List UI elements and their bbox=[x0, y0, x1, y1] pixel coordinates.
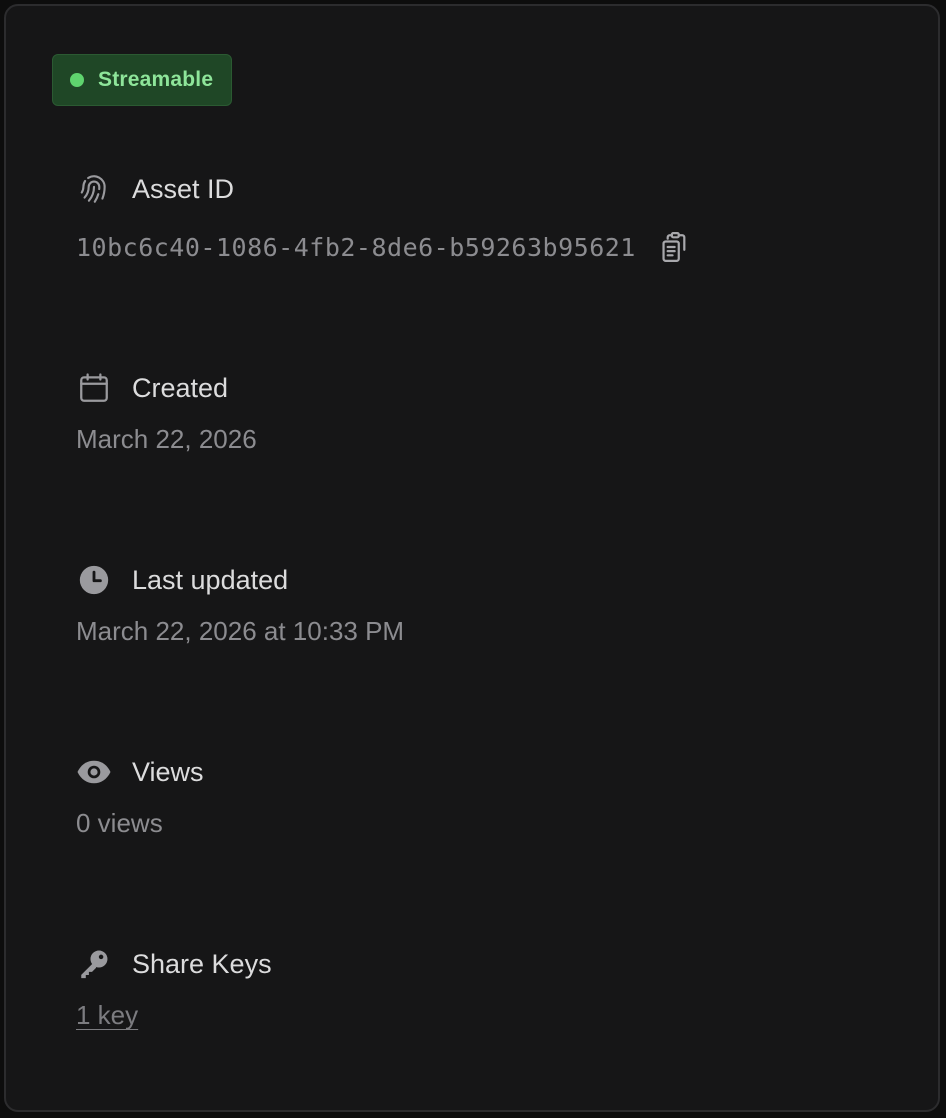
asset-id-title: Asset ID bbox=[132, 173, 235, 204]
created-value: March 22, 2026 bbox=[76, 424, 257, 454]
share-keys-section: Share Keys 1 key bbox=[76, 944, 272, 1031]
last-updated-section: Last updated March 22, 2026 at 10:33 PM bbox=[76, 560, 404, 647]
asset-details-panel: Streamable Asset ID 10bc6c40-1086-4fb2-8… bbox=[4, 4, 940, 1112]
last-updated-value: March 22, 2026 at 10:33 PM bbox=[76, 616, 405, 646]
asset-id-value: 10bc6c40-1086-4fb2-8de6-b59263b95621 bbox=[76, 232, 636, 262]
fingerprint-icon bbox=[76, 171, 112, 207]
asset-id-section: Asset ID 10bc6c40-1086-4fb2-8de6-b59263b… bbox=[76, 169, 696, 267]
last-updated-title: Last updated bbox=[132, 564, 289, 595]
share-keys-title: Share Keys bbox=[132, 948, 272, 979]
calendar-icon bbox=[76, 370, 112, 406]
clipboard-copy-icon bbox=[662, 232, 686, 262]
share-keys-link[interactable]: 1 key bbox=[76, 1000, 138, 1030]
status-badge-label: Streamable bbox=[98, 68, 214, 91]
eye-icon bbox=[76, 754, 112, 790]
copy-asset-id-button[interactable] bbox=[656, 227, 696, 267]
views-section: Views 0 views bbox=[76, 752, 204, 839]
created-section: Created March 22, 2026 bbox=[76, 368, 257, 455]
views-value: 0 views bbox=[76, 808, 163, 838]
key-icon bbox=[76, 946, 112, 982]
status-badge: Streamable bbox=[52, 54, 233, 106]
status-dot bbox=[70, 73, 84, 87]
views-title: Views bbox=[132, 756, 204, 787]
clock-icon bbox=[76, 562, 112, 598]
created-title: Created bbox=[132, 372, 229, 403]
